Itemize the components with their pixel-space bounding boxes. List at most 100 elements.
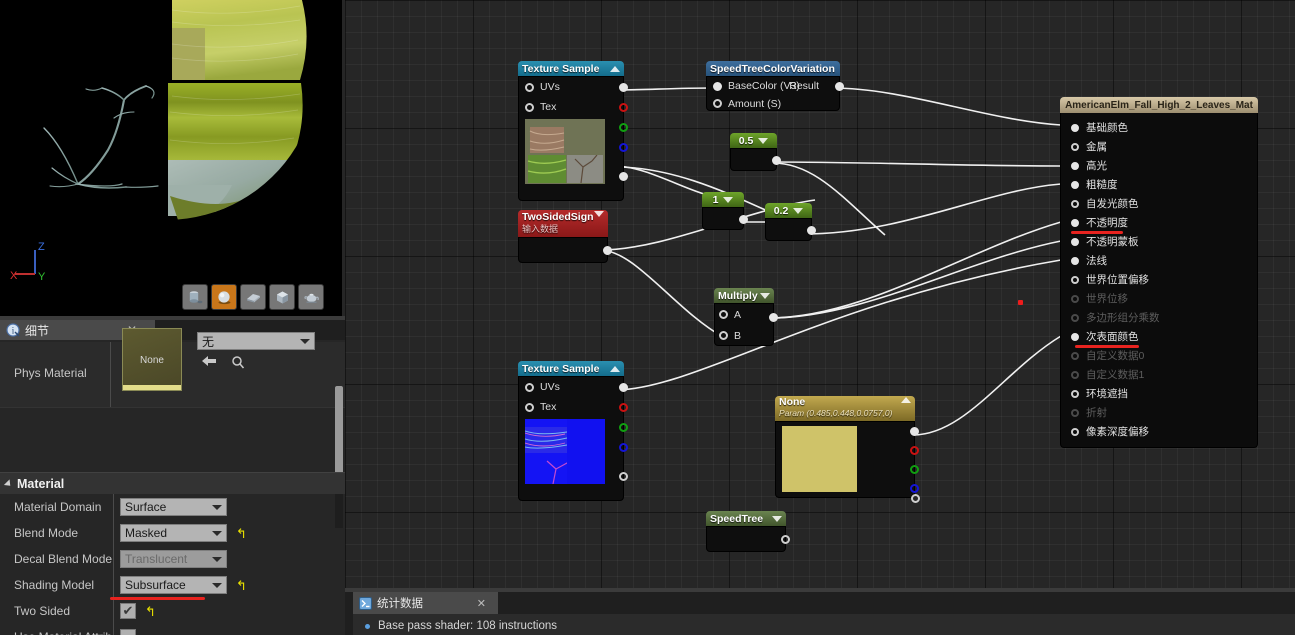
node-header[interactable]: Multiply [714,288,774,303]
pin-tex[interactable]: Tex [519,97,623,117]
chevron-up-icon[interactable] [610,365,620,372]
output-pin[interactable] [739,215,748,224]
chevron-down-icon[interactable] [758,137,769,144]
node-header[interactable]: SpeedTree [706,511,786,526]
pin-basecolor[interactable]: BaseColor (V3) Result [707,77,844,95]
node-header[interactable]: 0.2 [765,203,812,218]
input-pin[interactable] [1071,199,1079,208]
node-constant-0-5[interactable]: 0.5 [730,133,781,171]
node-speedtree-color-variation[interactable]: SpeedTreeColorVariation BaseColor (V3) R… [706,61,844,112]
output-pin-r[interactable] [619,403,628,412]
input-pin[interactable] [719,331,728,340]
node-constant-0-2[interactable]: 0.2 [765,203,816,241]
output-pin-a[interactable] [911,494,920,503]
node-header[interactable]: None Param (0.485,0.448,0.0757,0) [775,396,915,421]
pin-emissive-color[interactable]: 自发光颜色 [1061,194,1257,213]
output-pin-b[interactable] [910,484,919,493]
sphere-preview-button[interactable] [211,284,237,310]
pin-ambient-occlusion[interactable]: 环境遮挡 [1061,384,1257,403]
pin-a[interactable]: A [715,304,773,325]
plane-preview-button[interactable] [240,284,266,310]
pin-specular[interactable]: 高光 [1061,156,1257,175]
teapot-preview-button[interactable] [298,284,324,310]
output-pin-g[interactable] [910,465,919,474]
node-header[interactable]: Texture Sample [518,61,624,76]
color-swatch[interactable] [782,426,857,492]
node-texture-sample-1[interactable]: Texture Sample UVs Tex [518,61,628,201]
output-pin[interactable] [603,246,612,255]
chevron-down-icon[interactable] [723,196,734,203]
output-pin-r[interactable] [619,103,628,112]
node-speedtree[interactable]: SpeedTree [706,511,790,552]
input-pin[interactable] [525,382,534,392]
output-pin-rgba[interactable] [910,427,919,436]
close-icon[interactable]: ✕ [477,597,486,610]
chevron-down-icon[interactable] [772,515,782,522]
input-pin[interactable] [525,402,534,412]
pin-base-color[interactable]: 基础颜色 [1061,118,1257,137]
output-pin-result[interactable] [835,81,844,91]
output-pin[interactable] [769,313,778,322]
input-pin[interactable] [1071,427,1079,436]
pin-subsurface-color[interactable]: 次表面颜色 [1061,327,1257,346]
pin-opacity-mask[interactable]: 不透明蒙板 [1061,232,1257,251]
cylinder-preview-button[interactable] [182,284,208,310]
back-arrow-icon[interactable] [202,355,217,367]
input-pin[interactable] [525,102,534,112]
pin-world-position-offset[interactable]: 世界位置偏移 [1061,270,1257,289]
node-header[interactable]: TwoSidedSign 输入数据 [518,210,608,237]
cube-preview-button[interactable] [269,284,295,310]
chevron-up-icon[interactable] [901,397,911,403]
phys-material-combo[interactable]: 无 [197,332,315,350]
output-pin-b[interactable] [619,143,628,152]
input-pin[interactable] [719,310,728,319]
input-pin[interactable] [1071,237,1079,246]
node-header[interactable]: 1 [702,192,744,207]
input-pin[interactable] [1071,218,1079,227]
output-pin-rgb[interactable] [619,83,628,92]
input-pin[interactable] [525,82,534,92]
chevron-down-icon[interactable] [594,211,604,217]
output-pin-rgb[interactable] [619,383,628,392]
pin-normal[interactable]: 法线 [1061,251,1257,270]
output-pin[interactable] [781,535,790,544]
chevron-down-icon[interactable] [793,207,804,214]
material-section-header[interactable]: Material [0,472,345,494]
pin-b[interactable]: B [715,325,773,346]
revert-icon[interactable]: ↰ [145,605,156,618]
output-pin-r[interactable] [910,446,919,455]
chevron-up-icon[interactable] [610,65,620,72]
blend-mode-combo[interactable]: Masked [120,524,227,542]
revert-icon[interactable]: ↰ [236,579,247,592]
input-pin[interactable] [1071,389,1079,398]
two-sided-checkbox[interactable]: ✔ [120,603,136,619]
node-header[interactable]: 0.5 [730,133,777,148]
material-domain-combo[interactable]: Surface [120,498,227,516]
node-multiply[interactable]: Multiply A B [714,288,778,346]
input-pin[interactable] [1071,123,1079,132]
material-preview-viewport[interactable]: Z X Y [0,0,342,316]
output-pin-a[interactable] [619,172,628,181]
pin-pixel-depth-offset[interactable]: 像素深度偏移 [1061,422,1257,441]
pin-uvs[interactable]: UVs [519,77,623,97]
details-scrollbar-thumb[interactable] [335,386,343,476]
pin-metallic[interactable]: 金属 [1061,137,1257,156]
input-pin[interactable] [1071,142,1079,151]
node-header[interactable]: SpeedTreeColorVariation [706,61,840,76]
output-pin-g[interactable] [619,123,628,132]
browse-search-icon[interactable] [231,355,245,369]
input-pin[interactable] [713,81,722,91]
pin-amount[interactable]: Amount (S) [707,95,839,112]
output-pin[interactable] [807,226,816,235]
input-pin[interactable] [1071,256,1079,265]
pin-uvs[interactable]: UVs [519,377,623,397]
input-pin[interactable] [1071,275,1079,284]
node-texture-sample-2[interactable]: Texture Sample UVs Tex [518,361,628,501]
output-pin-a[interactable] [619,472,628,481]
material-node-graph[interactable]: Texture Sample UVs Tex SpeedTreeColorVar… [345,0,1295,592]
node-constant-1[interactable]: 1 [702,192,748,230]
output-pin-b[interactable] [619,443,628,452]
pin-roughness[interactable]: 粗糙度 [1061,175,1257,194]
pin-tex[interactable]: Tex [519,397,623,417]
node-two-sided-sign[interactable]: TwoSidedSign 输入数据 [518,210,612,263]
